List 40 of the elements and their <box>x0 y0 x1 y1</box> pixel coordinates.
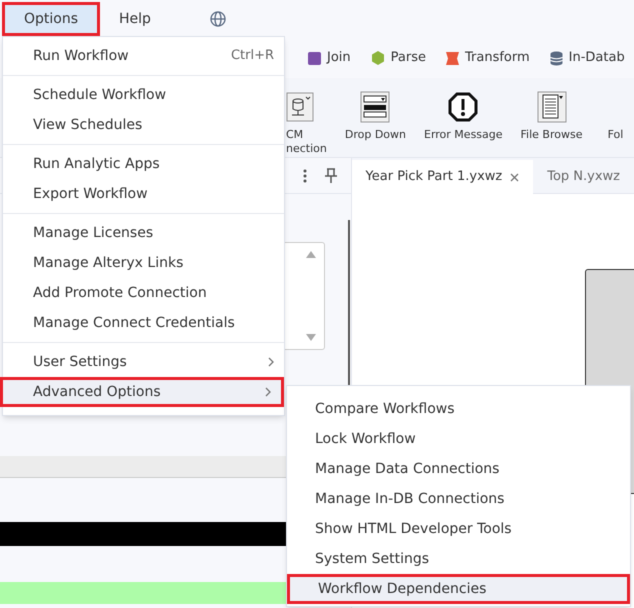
menu-item[interactable]: Export Workflow <box>3 179 284 209</box>
menu-item[interactable]: Advanced Options <box>0 377 284 407</box>
scroll-down-icon[interactable] <box>306 334 316 341</box>
close-icon[interactable] <box>510 172 520 182</box>
menu-item[interactable]: Manage Licenses <box>3 218 284 248</box>
error-icon <box>448 92 478 122</box>
globe-icon[interactable] <box>210 11 226 27</box>
database-icon <box>286 92 314 122</box>
category-tab[interactable]: In-Datab <box>568 48 625 68</box>
category-tab[interactable]: Parse <box>390 48 426 68</box>
menu-bar-item[interactable]: Options <box>2 2 100 36</box>
tool-label[interactable]: Error Message <box>424 128 503 142</box>
tool-label[interactable]: Drop Down <box>344 128 406 142</box>
file-icon <box>536 91 567 123</box>
tool-label[interactable]: CM nection <box>286 128 327 156</box>
tool-label[interactable]: Fol <box>608 128 624 142</box>
more-options-icon[interactable] <box>302 168 307 182</box>
document-tab[interactable]: Year Pick Part 1.yxwz <box>352 160 534 194</box>
menu-item[interactable]: Schedule Workflow <box>3 80 284 110</box>
menu-item[interactable]: User Settings <box>3 347 284 377</box>
tool-label[interactable]: File Browse <box>520 128 582 142</box>
category-tab[interactable]: Join <box>327 48 351 68</box>
menu-item[interactable]: Manage Alteryx Links <box>3 248 284 278</box>
menu-item[interactable]: Show HTML Developer Tools <box>287 514 630 544</box>
menu-bar-item[interactable]: Help <box>100 2 170 36</box>
category-tab[interactable]: Transform <box>464 48 530 68</box>
menu-item[interactable]: Workflow Dependencies <box>287 574 630 604</box>
menu-item[interactable]: Run Workflow Ctrl+R <box>3 41 284 71</box>
menu-item[interactable]: Manage In-DB Connections <box>287 484 630 514</box>
menu-item[interactable]: System Settings <box>287 544 630 574</box>
menu-item[interactable]: Manage Connect Credentials <box>3 308 284 338</box>
pin-icon[interactable] <box>324 168 337 184</box>
menu-item[interactable]: Add Promote Connection <box>3 278 284 308</box>
menu-item[interactable]: Lock Workflow <box>287 424 630 454</box>
dropdown-icon <box>360 91 390 123</box>
scroll-up-icon[interactable] <box>306 251 316 258</box>
menu-item[interactable]: Compare Workflows <box>287 394 630 424</box>
menu-item[interactable]: Run Analytic Apps <box>3 149 284 179</box>
menu-item[interactable]: Manage Data Connections <box>287 454 630 484</box>
menu-item[interactable]: View Schedules <box>3 110 284 140</box>
